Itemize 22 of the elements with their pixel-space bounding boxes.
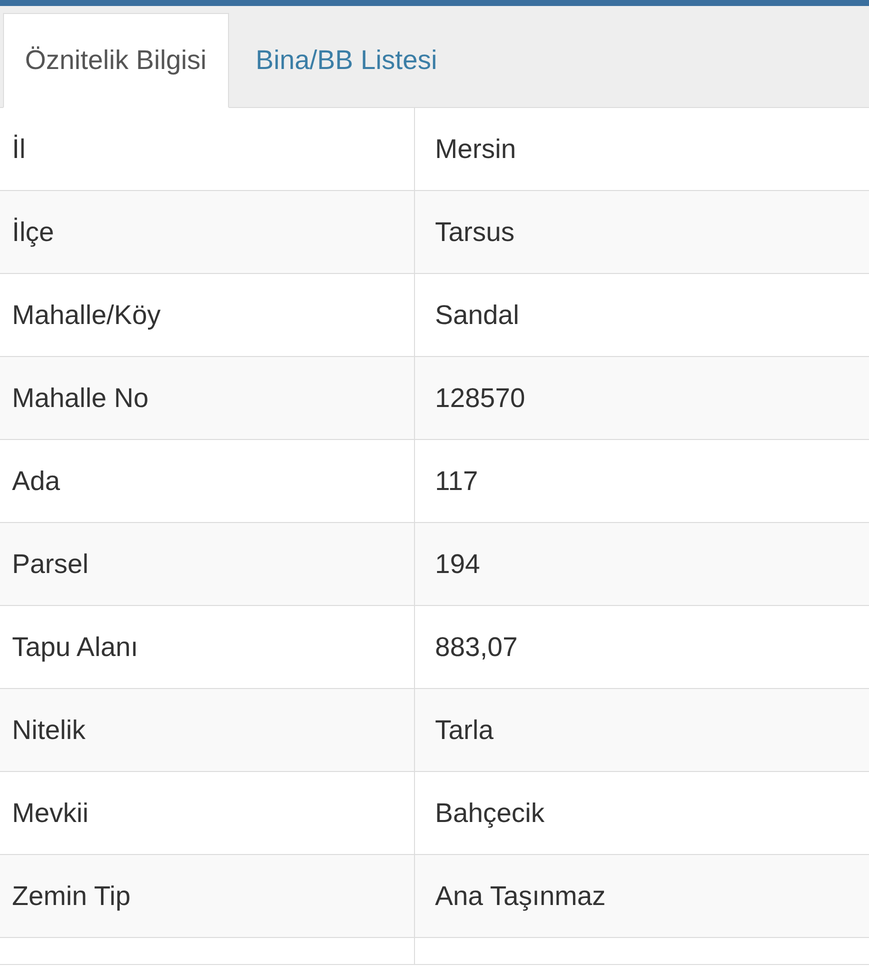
attribute-value: Ana Taşınmaz <box>435 880 606 913</box>
attribute-value: Tarla <box>435 714 494 747</box>
attribute-label: Ada <box>12 464 60 498</box>
attribute-value: Bahçecik <box>435 796 545 830</box>
attribute-label: Mevkii <box>12 796 89 830</box>
attribute-label: Parsel <box>12 548 89 581</box>
attribute-value: 117 <box>435 464 478 498</box>
tab[interactable]: Bina/BB Listesi <box>228 13 464 107</box>
attribute-label: Tapu Alanı <box>12 630 138 664</box>
attribute-value: 194 <box>435 548 480 581</box>
attribute-label: Nitelik <box>12 714 86 747</box>
attribute-value: Mersin <box>435 132 516 166</box>
attribute-label: Zemin Tip <box>12 880 131 913</box>
attribute-label: Mahalle/Köy <box>12 298 161 332</box>
attribute-value: Sandal <box>435 298 520 332</box>
attribute-value: 128570 <box>435 382 526 415</box>
attribute-label: İl <box>12 132 26 166</box>
attribute-value: 883,07 <box>435 630 518 664</box>
attribute-label: Mahalle No <box>12 382 149 415</box>
tab[interactable]: Öznitelik Bilgisi <box>3 13 229 108</box>
attribute-value: Tarsus <box>435 216 515 249</box>
attribute-label: İlçe <box>12 216 54 249</box>
